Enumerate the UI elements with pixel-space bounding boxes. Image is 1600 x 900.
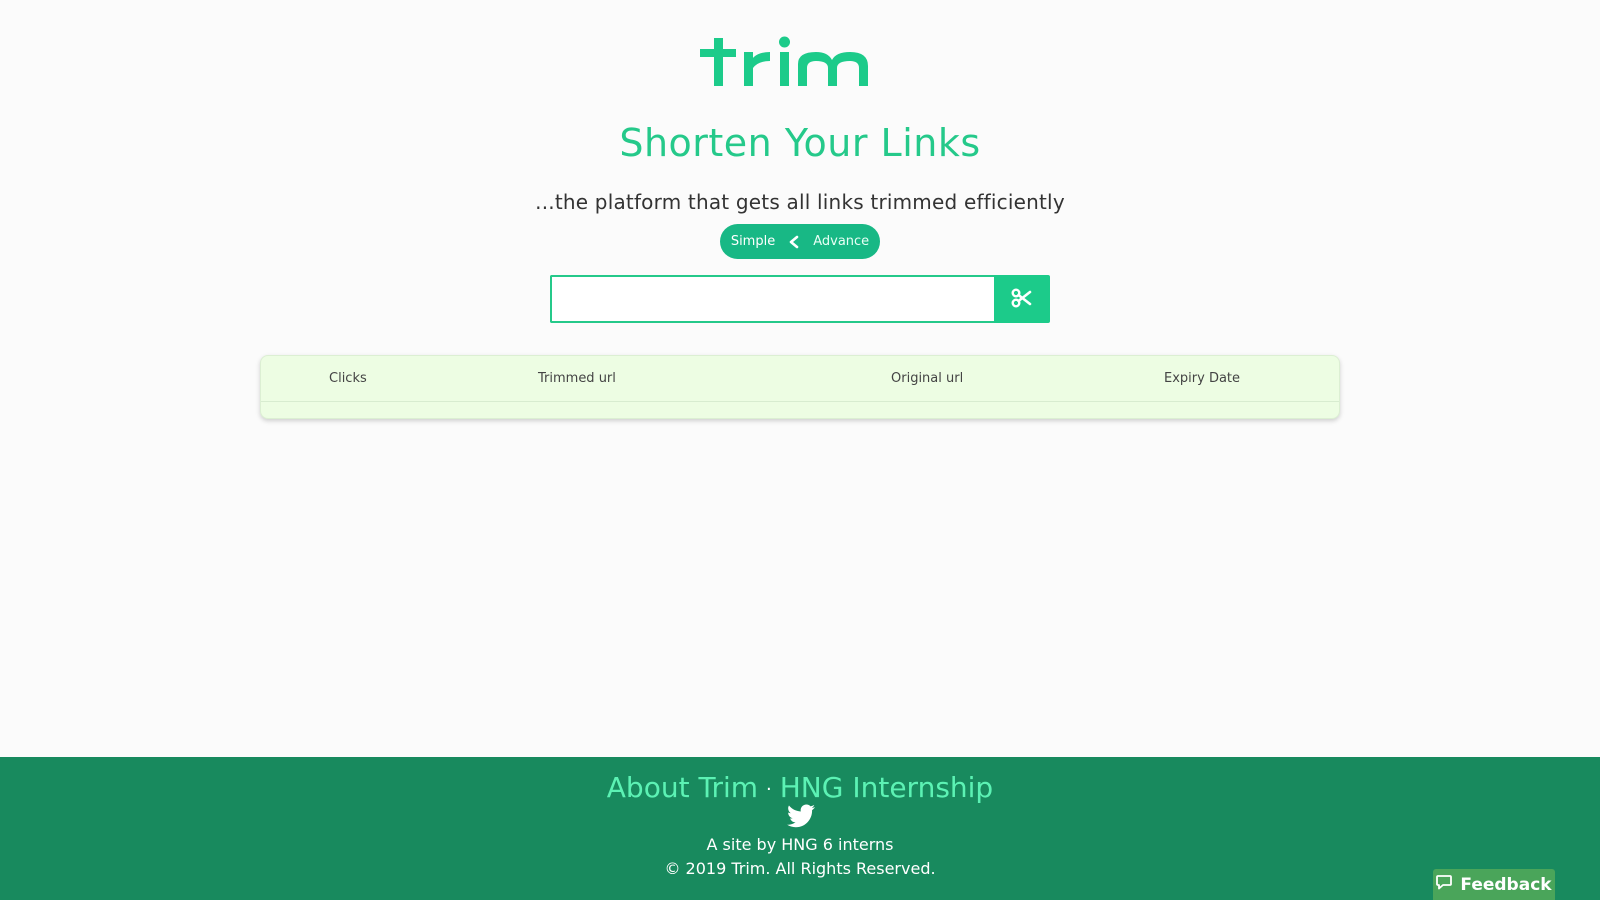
trim-button[interactable] bbox=[994, 275, 1050, 323]
footer-credit: A site by HNG 6 interns bbox=[706, 835, 894, 854]
column-header-trimmed-url[interactable]: Trimmed url bbox=[538, 356, 616, 401]
hng-internship-link[interactable]: HNG Internship bbox=[780, 771, 993, 804]
comment-icon bbox=[1436, 874, 1453, 895]
page-title: Shorten Your Links bbox=[619, 121, 981, 165]
mode-simple-option[interactable]: Simple bbox=[727, 234, 779, 249]
trim-logo-graphic bbox=[700, 36, 868, 86]
mode-advance-option[interactable]: Advance bbox=[809, 234, 873, 249]
about-trim-link[interactable]: About Trim bbox=[607, 771, 758, 804]
mode-toggle[interactable]: Simple Advance bbox=[720, 224, 880, 259]
chevron-left-icon[interactable] bbox=[785, 233, 803, 251]
footer-separator: · bbox=[766, 778, 772, 800]
site-footer: About Trim · HNG Internship A site by HNG … bbox=[0, 757, 1600, 900]
column-header-original-url[interactable]: Original url bbox=[891, 356, 963, 401]
twitter-icon[interactable] bbox=[787, 804, 815, 828]
feedback-button[interactable]: Feedback bbox=[1433, 869, 1555, 900]
links-table: Clicks Trimmed url Original url Expiry D… bbox=[260, 355, 1340, 419]
footer-copyright: © 2019 Trim. All Rights Reserved. bbox=[664, 859, 936, 878]
page-subtitle: ...the platform that gets all links trim… bbox=[535, 190, 1065, 214]
scissors-icon bbox=[1011, 287, 1033, 312]
trim-logo[interactable] bbox=[700, 34, 900, 90]
url-input[interactable] bbox=[550, 275, 994, 323]
shorten-form bbox=[550, 275, 1050, 323]
footer-links: About Trim · HNG Internship bbox=[0, 771, 1600, 804]
column-header-clicks[interactable]: Clicks bbox=[329, 356, 367, 401]
feedback-label: Feedback bbox=[1460, 874, 1552, 895]
column-header-expiry-date[interactable]: Expiry Date bbox=[1164, 356, 1240, 401]
links-table-header: Clicks Trimmed url Original url Expiry D… bbox=[261, 356, 1339, 402]
